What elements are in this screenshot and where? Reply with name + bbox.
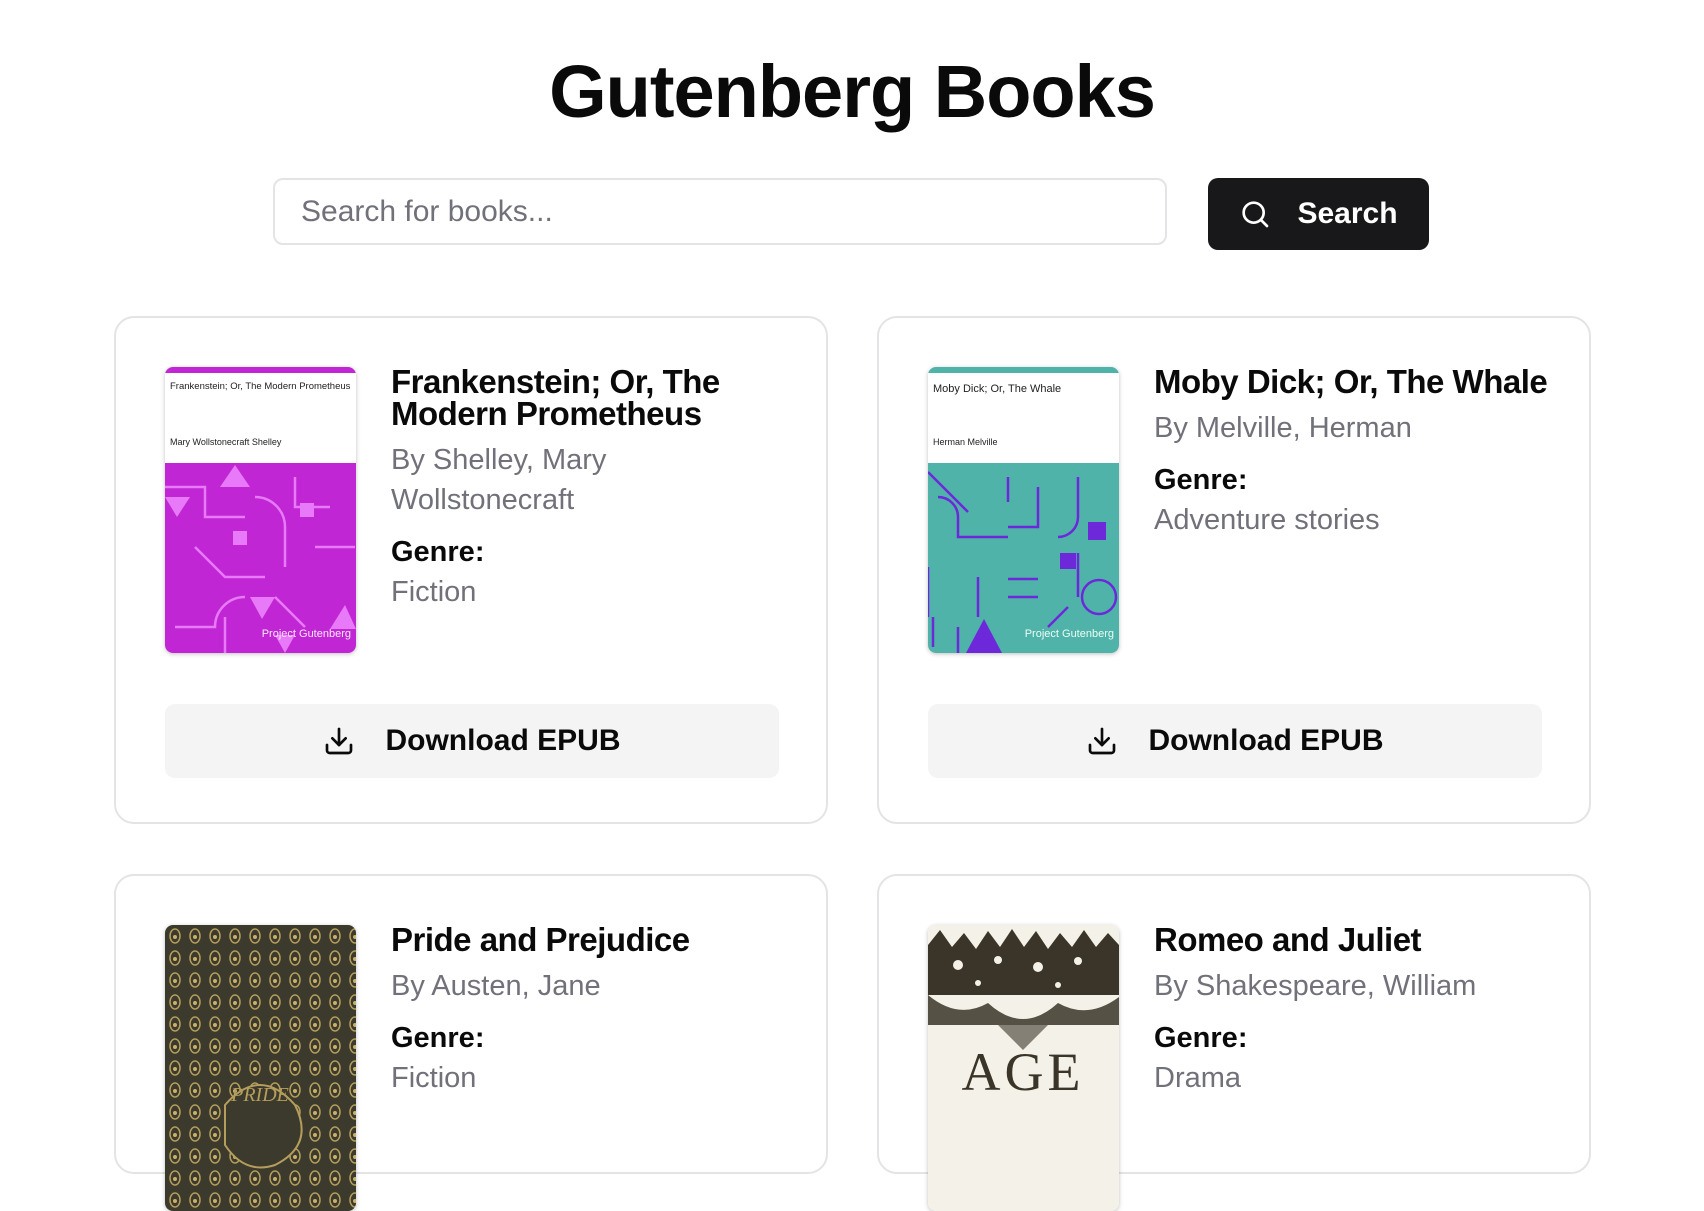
- book-card: AGE Romeo and Juliet By Shakespeare, Wil…: [877, 874, 1591, 1211]
- book-title[interactable]: Romeo and Juliet: [1154, 923, 1554, 956]
- download-epub-button[interactable]: Download EPUB: [165, 704, 779, 778]
- book-info: Frankenstein; Or, The Modern Prometheus …: [391, 365, 791, 612]
- book-info: Moby Dick; Or, The Whale By Melville, He…: [1154, 365, 1554, 540]
- book-author: By Shakespeare, William: [1154, 970, 1477, 1002]
- download-label: Download EPUB: [385, 724, 621, 757]
- book-info: Romeo and Juliet By Shakespeare, William…: [1154, 923, 1554, 1098]
- book-cover[interactable]: AGE: [928, 925, 1119, 1211]
- book-cover[interactable]: Frankenstein; Or, The Modern Prometheus …: [165, 367, 356, 653]
- book-card: Moby Dick; Or, The Whale Herman Melville: [877, 316, 1591, 824]
- book-card: Frankenstein; Or, The Modern Prometheus …: [114, 316, 828, 824]
- genre-label: Genre:: [391, 1022, 485, 1054]
- cover-word: PRIDE: [230, 1084, 289, 1106]
- book-author: By Melville, Herman: [1154, 412, 1412, 444]
- cover-title: Moby Dick; Or, The Whale: [933, 383, 1061, 395]
- book-cover[interactable]: PRIDE: [165, 925, 356, 1211]
- download-icon: [323, 725, 355, 757]
- cover-author: Herman Melville: [933, 437, 998, 447]
- book-title[interactable]: Moby Dick; Or, The Whale: [1154, 365, 1554, 398]
- cover-word: AGE: [962, 1042, 1085, 1102]
- genre-value: Adventure stories: [1154, 504, 1380, 536]
- search-button-label: Search: [1297, 197, 1398, 230]
- genre-label: Genre:: [1154, 1022, 1248, 1054]
- page-title: Gutenberg Books: [549, 50, 1156, 133]
- cover-publisher: Project Gutenberg: [1025, 628, 1114, 640]
- cover-title: Frankenstein; Or, The Modern Prometheus: [170, 381, 351, 392]
- book-card: PRIDE Pride and Prejudice By Austen, Jan…: [114, 874, 828, 1211]
- download-label: Download EPUB: [1148, 724, 1384, 757]
- book-author: By Austen, Jane: [391, 970, 601, 1002]
- search-icon: [1239, 198, 1271, 230]
- genre-label: Genre:: [1154, 464, 1248, 496]
- cover-author: Mary Wollstonecraft Shelley: [170, 437, 282, 447]
- download-icon: [1086, 725, 1118, 757]
- book-author: By Shelley, Mary Wollstonecraft: [391, 444, 607, 516]
- genre-label: Genre:: [391, 536, 485, 568]
- book-title[interactable]: Frankenstein; Or, The Modern Prometheus: [391, 365, 791, 430]
- book-title[interactable]: Pride and Prejudice: [391, 923, 791, 956]
- search-button[interactable]: Search: [1208, 178, 1429, 250]
- genre-value: Drama: [1154, 1062, 1242, 1094]
- cover-publisher: Project Gutenberg: [262, 628, 351, 640]
- search-input[interactable]: [273, 178, 1167, 245]
- genre-value: Fiction: [391, 1062, 477, 1094]
- book-info: Pride and Prejudice By Austen, Jane Genr…: [391, 923, 791, 1098]
- book-cover[interactable]: Moby Dick; Or, The Whale Herman Melville: [928, 367, 1119, 653]
- download-epub-button[interactable]: Download EPUB: [928, 704, 1542, 778]
- genre-value: Fiction: [391, 576, 477, 608]
